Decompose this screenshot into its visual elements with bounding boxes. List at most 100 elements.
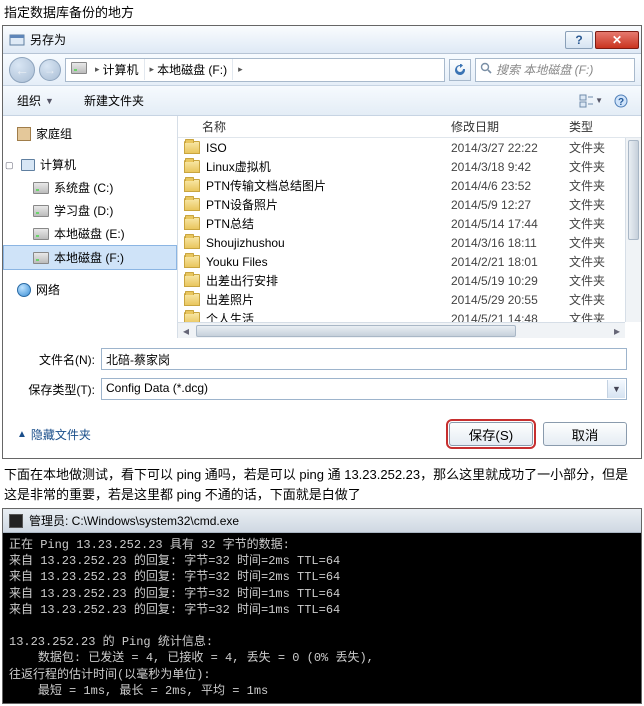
folder-icon xyxy=(184,274,200,287)
table-row[interactable]: 出差照片2014/5/29 20:55文件夹 xyxy=(178,290,641,309)
col-name[interactable]: 名称 xyxy=(184,118,451,135)
row-date: 2014/2/21 18:01 xyxy=(451,255,569,269)
folder-icon xyxy=(184,198,200,211)
toolbar: 组织 ▼ 新建文件夹 ▼ ? xyxy=(3,86,641,116)
hide-folders-link[interactable]: ▲ 隐藏文件夹 xyxy=(17,426,91,443)
folder-icon xyxy=(184,217,200,230)
svg-text:?: ? xyxy=(618,97,624,108)
chevron-up-icon: ▲ xyxy=(17,429,27,440)
search-icon xyxy=(480,62,492,77)
horizontal-scrollbar[interactable]: ◂▸ xyxy=(178,322,625,338)
row-name: Youku Files xyxy=(206,255,451,269)
cmd-line: 来自 13.23.252.23 的回复: 字节=32 时间=2ms TTL=64 xyxy=(9,569,635,585)
vertical-scrollbar[interactable] xyxy=(625,138,641,322)
crumb-tail-chevron[interactable]: ▸ xyxy=(233,62,248,77)
filetype-value: Config Data (*.dcg) xyxy=(106,381,208,395)
dialog-title: 另存为 xyxy=(30,31,563,48)
newfolder-button[interactable]: 新建文件夹 xyxy=(78,89,150,112)
list-header[interactable]: 名称 修改日期 类型 xyxy=(178,116,641,138)
view-mode-button[interactable]: ▼ xyxy=(579,90,603,112)
expand-icon[interactable]: ▢ xyxy=(5,160,14,169)
tree-drive[interactable]: 学习盘 (D:) xyxy=(3,199,177,222)
app-icon xyxy=(9,32,25,48)
crumb-computer[interactable]: ▸计算机 xyxy=(90,59,145,80)
filetype-label: 保存类型(T): xyxy=(17,381,101,398)
row-date: 2014/5/29 20:55 xyxy=(451,293,569,307)
drive-icon xyxy=(33,252,49,264)
table-row[interactable]: Shoujizhushou2014/3/16 18:11文件夹 xyxy=(178,233,641,252)
refresh-button[interactable] xyxy=(449,59,471,81)
cmd-line: 正在 Ping 13.23.252.23 具有 32 字节的数据: xyxy=(9,537,635,553)
search-input[interactable]: 搜索 本地磁盘 (F:) xyxy=(475,58,635,82)
help-button[interactable]: ? xyxy=(565,31,593,49)
close-button[interactable]: ✕ xyxy=(595,31,639,49)
row-date: 2014/3/16 18:11 xyxy=(451,236,569,250)
folder-icon xyxy=(184,255,200,268)
cmd-line: 来自 13.23.252.23 的回复: 字节=32 时间=1ms TTL=64 xyxy=(9,602,635,618)
home-icon xyxy=(17,127,31,141)
table-row[interactable]: 出差出行安排2014/5/19 10:29文件夹 xyxy=(178,271,641,290)
row-name: 出差出行安排 xyxy=(206,272,451,289)
cmd-output: 正在 Ping 13.23.252.23 具有 32 字节的数据: 来自 13.2… xyxy=(3,533,641,703)
tree-drive-label: 系统盘 (C:) xyxy=(54,179,113,196)
file-list: 名称 修改日期 类型 ISO2014/3/27 22:22文件夹Linux虚拟机… xyxy=(178,116,641,338)
cancel-button[interactable]: 取消 xyxy=(543,422,627,446)
cmd-title-text: 管理员: C:\Windows\system32\cmd.exe xyxy=(29,512,239,529)
tree-network[interactable]: 网络 xyxy=(3,278,177,301)
tree-drive-label: 本地磁盘 (E:) xyxy=(54,225,125,242)
cmd-line: 13.23.252.23 的 Ping 统计信息: xyxy=(9,634,635,650)
row-name: Linux虚拟机 xyxy=(206,158,451,175)
search-placeholder: 搜索 本地磁盘 (F:) xyxy=(496,61,593,78)
tree-drive-label: 学习盘 (D:) xyxy=(54,202,113,219)
nav-tree[interactable]: 家庭组 ▢计算机 系统盘 (C:) 学习盘 (D:) 本地磁盘 (E:) 本地磁盘 (… xyxy=(3,116,178,338)
save-button[interactable]: 保存(S) xyxy=(449,422,533,446)
tree-drive[interactable]: 本地磁盘 (F:) xyxy=(3,245,177,270)
drive-icon xyxy=(33,182,49,194)
nav-forward-button[interactable]: → xyxy=(39,59,61,81)
tree-drive[interactable]: 系统盘 (C:) xyxy=(3,176,177,199)
drive-icon xyxy=(71,62,87,78)
row-date: 2014/3/27 22:22 xyxy=(451,141,569,155)
row-date: 2014/5/9 12:27 xyxy=(451,198,569,212)
folder-icon xyxy=(184,179,200,192)
table-row[interactable]: PTN总结2014/5/14 17:44文件夹 xyxy=(178,214,641,233)
organize-button[interactable]: 组织 ▼ xyxy=(11,89,60,112)
tree-computer[interactable]: ▢计算机 xyxy=(3,153,177,176)
table-row[interactable]: Youku Files2014/2/21 18:01文件夹 xyxy=(178,252,641,271)
folder-icon xyxy=(184,160,200,173)
titlebar: 另存为 ? ✕ xyxy=(3,26,641,54)
col-date[interactable]: 修改日期 xyxy=(451,118,569,135)
row-name: PTN总结 xyxy=(206,215,451,232)
nav-back-button[interactable]: ← xyxy=(9,57,35,83)
breadcrumb[interactable]: ▸计算机 ▸本地磁盘 (F:) ▸ xyxy=(65,58,445,82)
row-date: 2014/3/18 9:42 xyxy=(451,160,569,174)
cmd-window: 管理员: C:\Windows\system32\cmd.exe 正在 Ping… xyxy=(2,508,642,704)
explain-paragraph: 下面在本地做测试，看下可以 ping 通吗，若是可以 ping 通 13.23.… xyxy=(0,461,644,506)
cmd-line: 数据包: 已发送 = 4, 已接收 = 4, 丢失 = 0 (0% 丢失), xyxy=(9,650,635,666)
network-icon xyxy=(17,283,31,297)
row-date: 2014/5/14 17:44 xyxy=(451,217,569,231)
crumb-drive[interactable]: ▸本地磁盘 (F:) xyxy=(145,59,234,80)
row-date: 2014/4/6 23:52 xyxy=(451,179,569,193)
chevron-down-icon[interactable]: ▼ xyxy=(607,380,625,398)
cmd-line: 来自 13.23.252.23 的回复: 字节=32 时间=1ms TTL=64 xyxy=(9,586,635,602)
filetype-combo[interactable]: Config Data (*.dcg) ▼ xyxy=(101,378,627,400)
col-type[interactable]: 类型 xyxy=(569,118,635,135)
table-row[interactable]: PTN设备照片2014/5/9 12:27文件夹 xyxy=(178,195,641,214)
cmd-line: 往返行程的估计时间(以毫秒为单位): xyxy=(9,667,635,683)
tree-home[interactable]: 家庭组 xyxy=(3,122,177,145)
nav-row: ← → ▸计算机 ▸本地磁盘 (F:) ▸ 搜索 本地磁盘 (F:) xyxy=(3,54,641,86)
row-name: PTN传输文档总结图片 xyxy=(206,177,451,194)
filename-input[interactable] xyxy=(101,348,627,370)
folder-icon xyxy=(184,293,200,306)
tree-drive[interactable]: 本地磁盘 (E:) xyxy=(3,222,177,245)
top-caption: 指定数据库备份的地方 xyxy=(0,0,644,23)
drive-icon xyxy=(33,205,49,217)
folder-icon xyxy=(184,141,200,154)
table-row[interactable]: Linux虚拟机2014/3/18 9:42文件夹 xyxy=(178,157,641,176)
table-row[interactable]: PTN传输文档总结图片2014/4/6 23:52文件夹 xyxy=(178,176,641,195)
table-row[interactable]: ISO2014/3/27 22:22文件夹 xyxy=(178,138,641,157)
cmd-icon xyxy=(9,514,23,528)
help-icon-button[interactable]: ? xyxy=(609,90,633,112)
tree-drive-label: 本地磁盘 (F:) xyxy=(54,249,124,266)
